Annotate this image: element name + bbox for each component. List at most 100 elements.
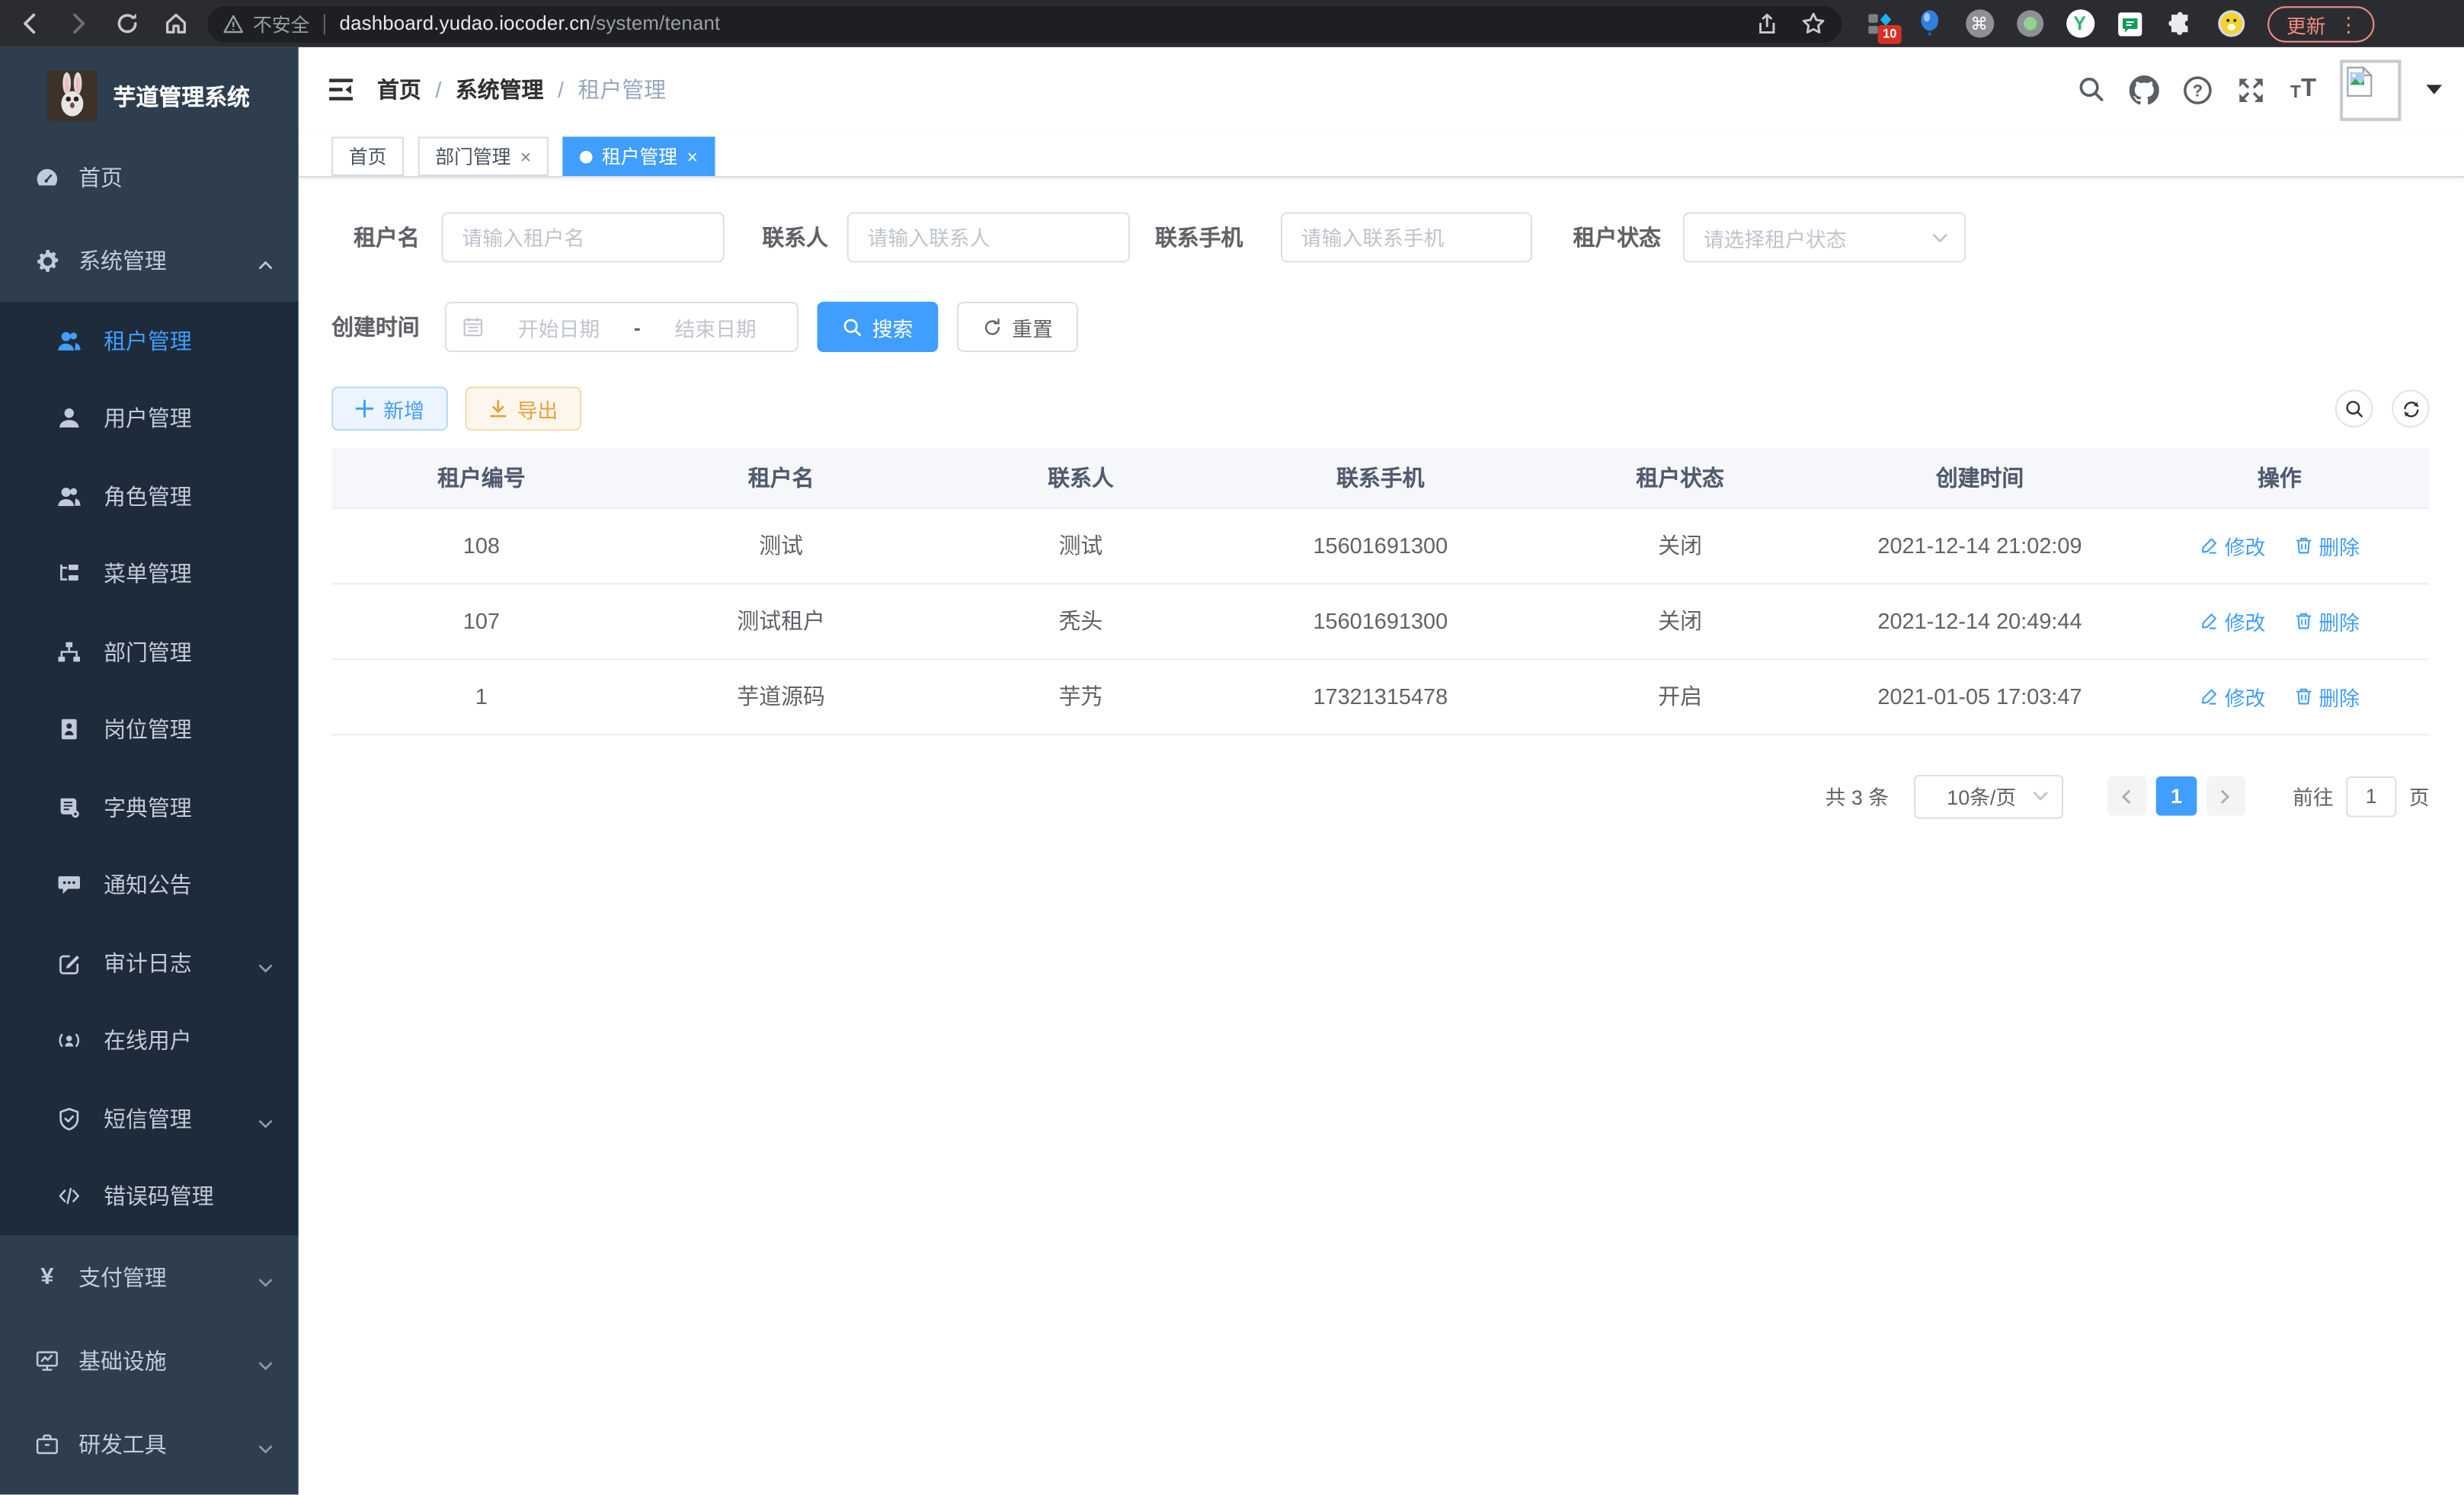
- table-row: 107 测试租户 秃头 15601691300 关闭 2021-12-14 20…: [331, 583, 2429, 658]
- hide-search-button[interactable]: [2335, 390, 2373, 428]
- extension-y-icon[interactable]: Y: [2065, 8, 2094, 38]
- extension-grid-icon[interactable]: 10: [1864, 8, 1893, 38]
- export-button[interactable]: 导出: [466, 386, 582, 431]
- delete-link[interactable]: 删除: [2293, 606, 2360, 635]
- goto-page-input[interactable]: [2346, 776, 2396, 817]
- edit-link[interactable]: 修改: [2200, 606, 2266, 635]
- header-search-icon[interactable]: [2077, 75, 2107, 104]
- sidebar-item-error-code[interactable]: 错误码管理: [0, 1157, 299, 1235]
- avatar-caret-icon[interactable]: [2427, 85, 2443, 94]
- tag-tenant-active[interactable]: 租户管理 ×: [562, 136, 715, 176]
- sidebar-item-notice[interactable]: 通知公告: [0, 847, 299, 924]
- sidebar-item-menu[interactable]: 菜单管理: [0, 535, 299, 613]
- trash-icon: [2293, 611, 2312, 630]
- sidebar-item-dev-tools[interactable]: 研发工具: [0, 1402, 299, 1485]
- search-button[interactable]: 搜索: [818, 302, 939, 352]
- fullscreen-icon[interactable]: [2237, 75, 2267, 104]
- edit-link[interactable]: 修改: [2200, 530, 2266, 560]
- sidebar-item-dict[interactable]: 字典管理: [0, 769, 299, 847]
- refresh-table-button[interactable]: [2392, 390, 2430, 428]
- browser-toolbar: 不安全 dashboard.yudao.iocoder.cn/system/te…: [0, 0, 2464, 47]
- prev-page-button[interactable]: [2107, 776, 2147, 816]
- address-bar[interactable]: 不安全 dashboard.yudao.iocoder.cn/system/te…: [207, 5, 1842, 41]
- sidebar-item-post[interactable]: 岗位管理: [0, 690, 299, 768]
- cell-status: 开启: [1530, 658, 1829, 734]
- browser-back-icon[interactable]: [16, 10, 43, 37]
- app-logo[interactable]: 芋道管理系统: [0, 47, 299, 136]
- contact-input[interactable]: [847, 212, 1130, 262]
- delete-link[interactable]: 删除: [2293, 530, 2360, 560]
- sidebar-toggle-icon[interactable]: [327, 75, 355, 104]
- tag-home[interactable]: 首页: [331, 136, 404, 176]
- sidebar-item-tenant[interactable]: 租户管理: [0, 302, 299, 379]
- sidebar-item-label: 审计日志: [104, 947, 192, 978]
- breadcrumb-section[interactable]: 系统管理: [456, 74, 544, 105]
- tenant-name-label: 租户名: [354, 222, 420, 253]
- chevron-down-icon: [258, 955, 274, 971]
- sidebar-item-system[interactable]: 系统管理: [0, 219, 299, 302]
- date-end-placeholder: 结束日期: [650, 312, 781, 341]
- delete-link[interactable]: 删除: [2293, 681, 2360, 711]
- security-label[interactable]: 不安全: [253, 10, 309, 37]
- breadcrumb: 首页 / 系统管理 / 租户管理: [377, 74, 666, 105]
- omnibox-divider: [324, 14, 325, 34]
- help-icon[interactable]: ?: [2184, 75, 2213, 104]
- download-icon: [488, 399, 507, 418]
- extension-command-icon[interactable]: ⌘: [1964, 8, 1994, 38]
- sidebar-item-role[interactable]: 角色管理: [0, 457, 299, 535]
- shield-icon: [56, 1106, 82, 1131]
- share-icon[interactable]: [1754, 10, 1781, 37]
- cell-name: 测试租户: [632, 583, 931, 658]
- cell-status: 关闭: [1530, 507, 1829, 583]
- sidebar-item-sms[interactable]: 短信管理: [0, 1080, 299, 1157]
- date-range-picker[interactable]: 开始日期 - 结束日期: [445, 302, 798, 352]
- font-size-icon[interactable]: TT: [2290, 77, 2316, 102]
- sidebar-item-home[interactable]: 首页: [0, 135, 299, 218]
- edit-link[interactable]: 修改: [2200, 681, 2266, 711]
- sidebar-item-payment[interactable]: ¥ 支付管理: [0, 1235, 299, 1318]
- status-select[interactable]: 请选择租户状态: [1683, 212, 1966, 262]
- extension-chat-icon[interactable]: [2115, 8, 2145, 38]
- next-page-button[interactable]: [2206, 776, 2246, 816]
- sidebar-item-audit-log[interactable]: 审计日志: [0, 924, 299, 1002]
- sidebar-item-user[interactable]: 用户管理: [0, 379, 299, 457]
- total-count: 共 3 条: [1826, 781, 1889, 811]
- page-number-current[interactable]: 1: [2156, 776, 2197, 816]
- sidebar-item-online-users[interactable]: 在线用户: [0, 1002, 299, 1080]
- close-icon[interactable]: ×: [520, 147, 531, 166]
- tenant-name-input[interactable]: [442, 212, 725, 262]
- extension-balloon-icon[interactable]: [1914, 8, 1944, 38]
- search-icon: [843, 317, 863, 338]
- pencil-icon: [2200, 536, 2219, 555]
- page-size-select[interactable]: 10条/页: [1914, 774, 2063, 818]
- security-warning-icon: [223, 14, 244, 34]
- browser-forward-icon[interactable]: [65, 10, 91, 37]
- browser-menu-icon[interactable]: ⋮: [2338, 14, 2359, 34]
- github-icon[interactable]: [2130, 75, 2160, 104]
- date-start-placeholder: 开始日期: [494, 312, 625, 341]
- sidebar-item-dept[interactable]: 部门管理: [0, 613, 299, 690]
- chrome-update-button[interactable]: 更新 ⋮: [2267, 5, 2374, 41]
- phone-input[interactable]: [1281, 212, 1532, 262]
- add-button[interactable]: 新增: [331, 386, 448, 431]
- close-icon[interactable]: ×: [686, 147, 697, 166]
- extension-emoji-icon[interactable]: [2216, 8, 2245, 38]
- page-content: 租户名 联系人 联系手机 租户状态 请选择租户状态 创建时间: [299, 178, 2464, 1494]
- bookmark-star-icon[interactable]: [1800, 10, 1826, 37]
- browser-reload-icon[interactable]: [114, 10, 140, 37]
- cell-actions: 修改 删除: [2130, 583, 2429, 658]
- reset-button[interactable]: 重置: [957, 302, 1078, 352]
- extension-dot-icon[interactable]: [2014, 8, 2044, 38]
- refresh-icon: [982, 317, 1003, 338]
- browser-home-icon[interactable]: [162, 10, 188, 37]
- extension-badge: 10: [1878, 24, 1902, 43]
- breadcrumb-home[interactable]: 首页: [377, 74, 421, 105]
- avatar[interactable]: [2340, 59, 2401, 120]
- breadcrumb-separator: /: [558, 77, 564, 102]
- breadcrumb-current: 租户管理: [578, 74, 667, 105]
- tag-dept[interactable]: 部门管理 ×: [418, 136, 549, 176]
- sidebar-item-label: 短信管理: [104, 1103, 192, 1134]
- breadcrumb-separator: /: [435, 77, 441, 102]
- sidebar-item-infrastructure[interactable]: 基础设施: [0, 1318, 299, 1401]
- extensions-puzzle-icon[interactable]: [2165, 8, 2195, 38]
